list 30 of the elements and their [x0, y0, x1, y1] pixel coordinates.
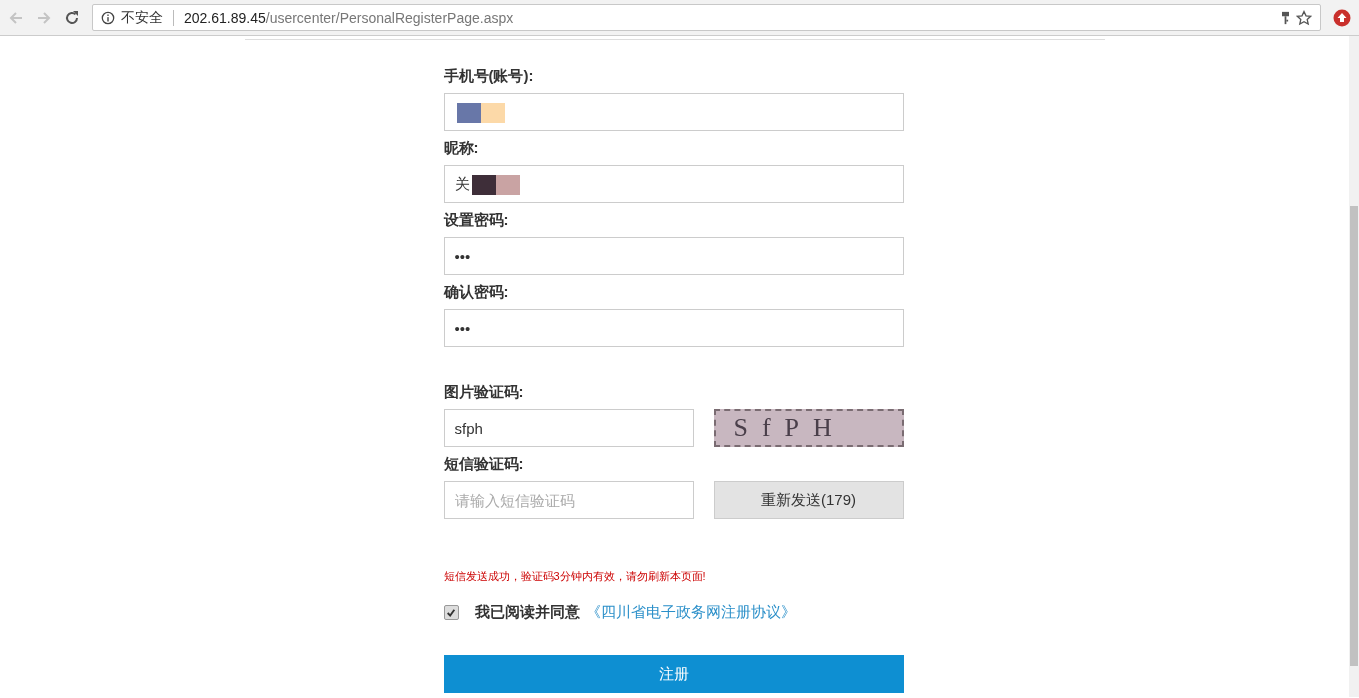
redaction-mark-icon [471, 173, 520, 195]
input-field[interactable] [443, 93, 904, 131]
field-label: 设置密码: [443, 210, 510, 230]
register-button[interactable]: 注册 [443, 655, 904, 693]
input-field[interactable]: sfph [443, 409, 694, 447]
input-field[interactable]: 请输入短信验证码 [443, 481, 694, 519]
checkmark-icon [446, 607, 456, 618]
input-field[interactable]: 关 [443, 165, 904, 203]
security-label: 不安全 [121, 8, 163, 27]
address-bar[interactable]: 不安全 202.61.89.45/usercenter/PersonalRegisterPage.aspx [92, 4, 1321, 31]
resend-button[interactable]: 重新发送(179) [713, 481, 904, 519]
captcha-image[interactable]: SfPH [713, 409, 904, 447]
key-icon[interactable] [1281, 10, 1290, 25]
field-label: 手机号(账号): [443, 66, 535, 86]
redaction-mark-icon [456, 101, 505, 123]
agreement-link[interactable]: 《四川省电子政务网注册协议》 [585, 603, 796, 622]
input-field[interactable]: ••• [443, 309, 904, 347]
reload-icon[interactable] [64, 9, 80, 26]
field-label: 确认密码: [443, 282, 510, 302]
input-field[interactable]: ••• [443, 237, 904, 275]
extension-icon[interactable] [1333, 8, 1351, 27]
agree-checkbox[interactable] [443, 605, 459, 620]
field-label: 短信验证码: [443, 454, 525, 474]
status-message: 短信发送成功，验证码3分钟内有效，请勿刷新本页面! [443, 569, 707, 584]
star-icon[interactable] [1296, 9, 1312, 26]
field-label: 昵称: [443, 138, 480, 158]
field-label: 图片验证码: [443, 382, 525, 402]
agree-label: 我已阅读并同意 [474, 603, 580, 622]
url-text: 202.61.89.45/usercenter/PersonalRegisterPage.aspx [184, 9, 514, 26]
info-icon[interactable] [101, 10, 115, 25]
